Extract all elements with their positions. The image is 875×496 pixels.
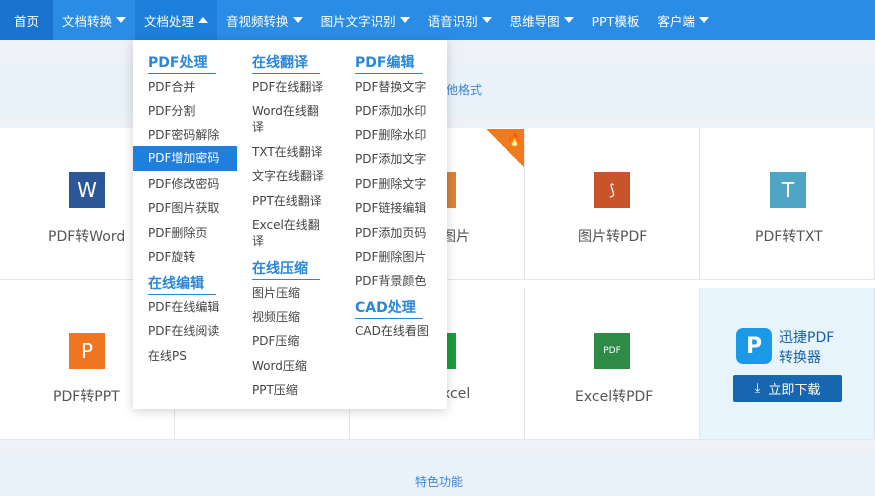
menu-item[interactable]: PDF链接编辑 — [355, 200, 426, 216]
menu-item[interactable]: Word在线翻译 — [252, 103, 327, 135]
nav-doc-process[interactable]: 文档处理 — [135, 0, 218, 40]
menu-item[interactable]: PDF修改密码 — [148, 176, 219, 192]
menu-item[interactable]: PDF密码解除 — [148, 127, 219, 143]
promo-title-line1: 迅捷PDF — [779, 330, 835, 346]
menu-item[interactable]: 在线PS — [148, 348, 187, 364]
doc-process-dropdown: PDF处理 PDF合并 PDF分割 PDF密码解除 PDF增加密码 PDF修改密… — [133, 40, 447, 409]
menu-item[interactable]: PDF压缩 — [252, 333, 299, 349]
top-nav: 首页 文档转换 文档处理 音视频转换 图片文字识别 语音识别 思维导图 PPT模… — [0, 0, 875, 40]
tool-label: Excel转PDF — [575, 389, 654, 405]
menu-item[interactable]: PDF旋转 — [148, 249, 195, 265]
tool-label: PDF转Word — [48, 229, 126, 245]
menu-item[interactable]: PDF删除页 — [148, 225, 207, 241]
menu-item[interactable]: PDF添加文字 — [355, 151, 426, 167]
nav-label: 音视频转换 — [226, 13, 289, 29]
menu-item[interactable]: PDF背景颜色 — [355, 273, 426, 289]
ppt-icon: P — [69, 333, 105, 369]
caret-up-icon — [198, 17, 209, 23]
section-title-online-compress: 在线压缩 — [252, 261, 308, 277]
menu-item[interactable]: PDF图片获取 — [148, 200, 219, 216]
menu-item[interactable]: CAD在线看图 — [355, 323, 429, 339]
section-divider — [355, 73, 423, 74]
menu-item-active[interactable]: PDF增加密码 — [133, 146, 237, 171]
tool-card-excel-to-pdf[interactable]: PDF Excel转PDF — [525, 288, 700, 440]
nav-mindmap[interactable]: 思维导图 — [501, 0, 583, 40]
menu-item[interactable]: Word压缩 — [252, 358, 307, 374]
section-title-pdf-process: PDF处理 — [148, 55, 208, 71]
download-label: 立即下载 — [768, 383, 821, 398]
section-title-online-translate: 在线翻译 — [252, 55, 308, 71]
tool-label: 图片转PDF — [578, 229, 648, 245]
app-logo-icon: P — [736, 328, 772, 364]
menu-item[interactable]: PPT压缩 — [252, 382, 298, 398]
nav-label: 图片文字识别 — [320, 13, 396, 29]
caret-down-icon — [481, 17, 492, 23]
band-link[interactable]: 他格式 — [446, 81, 482, 98]
menu-item[interactable]: PDF在线翻译 — [252, 79, 323, 95]
nav-ppt-template[interactable]: PPT模板 — [583, 0, 649, 40]
word-icon: W — [69, 172, 105, 208]
nav-label: 客户端 — [657, 13, 695, 29]
menu-item[interactable]: 文字在线翻译 — [252, 168, 324, 184]
nav-home-label: 首页 — [14, 13, 40, 29]
menu-item[interactable]: PDF删除文字 — [355, 176, 426, 192]
section-divider — [148, 294, 216, 295]
flame-icon: 🔥 — [507, 133, 522, 147]
promo-title-line2: 转换器 — [779, 350, 821, 366]
nav-client[interactable]: 客户端 — [648, 0, 718, 40]
menu-item[interactable]: PDF添加水印 — [355, 103, 426, 119]
nav-label: 语音识别 — [427, 13, 478, 29]
menu-item[interactable]: PPT在线翻译 — [252, 193, 322, 209]
promo-title: 迅捷PDF 转换器 — [779, 328, 834, 368]
menu-item[interactable]: PDF在线编辑 — [148, 299, 219, 315]
section-divider — [148, 73, 216, 74]
menu-item[interactable]: PDF分割 — [148, 103, 195, 119]
menu-item[interactable]: PDF替换文字 — [355, 79, 426, 95]
nav-label: 文档转换 — [62, 13, 113, 29]
nav-home[interactable]: 首页 — [0, 0, 54, 40]
tool-card-image-to-pdf[interactable]: ⟆ 图片转PDF — [525, 128, 700, 280]
excel-pdf-icon: PDF — [594, 333, 630, 369]
menu-item[interactable]: 视频压缩 — [252, 309, 300, 325]
nav-label: PPT模板 — [591, 13, 640, 29]
tool-label: PDF转PPT — [53, 389, 120, 405]
nav-av-convert[interactable]: 音视频转换 — [217, 0, 312, 40]
nav-ocr[interactable]: 图片文字识别 — [312, 0, 419, 40]
caret-down-icon — [563, 17, 574, 23]
page: 首页 文档转换 文档处理 音视频转换 图片文字识别 语音识别 思维导图 PPT模… — [0, 0, 875, 496]
pdf-icon: ⟆ — [594, 172, 630, 208]
download-button[interactable]: ⤓ 立即下载 — [733, 375, 842, 402]
nav-speech[interactable]: 语音识别 — [419, 0, 501, 40]
menu-item[interactable]: Excel在线翻译 — [252, 217, 327, 249]
tool-card-pdf-to-txt[interactable]: T PDF转TXT — [700, 128, 875, 280]
menu-item[interactable]: PDF删除水印 — [355, 127, 426, 143]
section-title-pdf-edit: PDF编辑 — [355, 55, 415, 71]
caret-down-icon — [116, 17, 127, 23]
menu-item[interactable]: PDF删除图片 — [355, 249, 426, 265]
section-divider — [355, 318, 423, 319]
menu-item[interactable]: TXT在线翻译 — [252, 144, 323, 160]
download-icon: ⤓ — [754, 381, 761, 396]
menu-item[interactable]: PDF合并 — [148, 79, 195, 95]
caret-down-icon — [292, 17, 303, 23]
section-divider — [252, 279, 320, 280]
section-divider — [252, 73, 320, 74]
nav-label: 文档处理 — [144, 13, 195, 29]
tool-label: PDF转TXT — [755, 229, 823, 245]
nav-label: 思维导图 — [509, 13, 560, 29]
nav-doc-convert[interactable]: 文档转换 — [53, 0, 135, 40]
menu-item[interactable]: 图片压缩 — [252, 285, 300, 301]
caret-down-icon — [399, 17, 410, 23]
menu-item[interactable]: PDF添加页码 — [355, 225, 426, 241]
section-title-cad: CAD处理 — [355, 300, 416, 316]
txt-icon: T — [770, 172, 806, 208]
menu-item[interactable]: PDF在线阅读 — [148, 323, 219, 339]
feature-heading: 特色功能 — [415, 475, 464, 489]
caret-down-icon — [698, 17, 709, 23]
section-title-online-edit: 在线编辑 — [148, 276, 204, 292]
